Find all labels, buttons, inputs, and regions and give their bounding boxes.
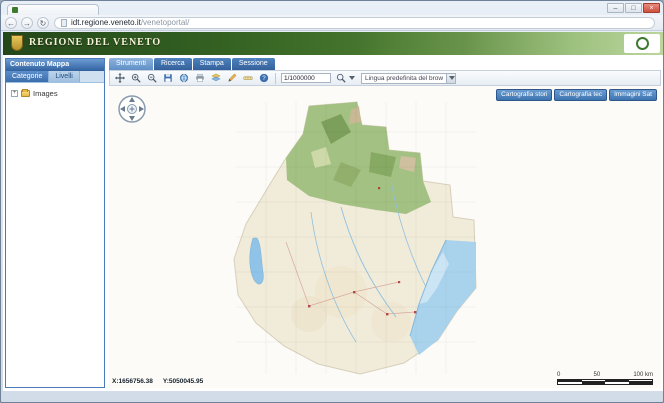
maximize-button[interactable]: □ xyxy=(625,3,642,13)
site-favicon-icon xyxy=(12,7,18,13)
basemap-buttons: Cartografia stori Cartografia tec Immagi… xyxy=(494,89,657,101)
ribbon-tabs: Strumenti Ricerca Stampa Sessione xyxy=(109,58,276,70)
map-scalebar: 0 50 100 km xyxy=(557,372,653,385)
language-dropdown-button[interactable] xyxy=(446,73,456,83)
tree-item-label: Images xyxy=(33,89,58,98)
language-select[interactable]: Lingua predefinita del brow xyxy=(361,72,457,84)
app-body: Contenuto Mappa Categorie Livelli + Imag… xyxy=(3,55,663,391)
draw-icon[interactable] xyxy=(226,72,238,84)
tab-livelli[interactable]: Livelli xyxy=(49,71,80,82)
tab-strumenti[interactable]: Strumenti xyxy=(109,58,153,70)
chevron-down-icon[interactable] xyxy=(349,76,355,80)
panel-title: Contenuto Mappa xyxy=(6,59,104,71)
browser-titlebar: – □ × xyxy=(1,1,663,15)
scalebar-label-50: 50 xyxy=(593,372,601,378)
layer-tree: + Images xyxy=(6,89,104,98)
map-canvas[interactable]: Cartografia stori Cartografia tec Immagi… xyxy=(109,86,661,388)
print-icon[interactable] xyxy=(194,72,206,84)
tab-sessione[interactable]: Sessione xyxy=(231,58,275,70)
browser-tab[interactable] xyxy=(7,4,99,15)
folder-icon xyxy=(21,89,30,97)
search-icon[interactable] xyxy=(335,72,347,84)
browser-window: – □ × ← → ↻ idt.regione.veneto.it /venet… xyxy=(0,0,664,403)
scalebar-label-0: 0 xyxy=(557,372,561,378)
url-path: /venetoportal/ xyxy=(140,18,190,27)
compass-control[interactable] xyxy=(117,94,147,129)
save-icon[interactable] xyxy=(162,72,174,84)
window-controls: – □ × xyxy=(606,3,660,13)
toolbar-separator xyxy=(275,72,276,84)
partner-logo xyxy=(624,34,660,53)
region-crest-icon xyxy=(11,35,23,51)
pan-icon[interactable] xyxy=(114,72,126,84)
basemap-cartografia-storica-button[interactable]: Cartografia stori xyxy=(496,89,553,101)
app-header: REGIONE DEL VENETO xyxy=(3,32,663,55)
coordinate-y: Y:5050045.95 xyxy=(162,378,204,385)
panel-tabs: Categorie Livelli xyxy=(6,71,104,83)
close-button[interactable]: × xyxy=(643,3,660,13)
reload-button[interactable]: ↻ xyxy=(37,16,49,29)
expander-icon[interactable]: + xyxy=(11,90,18,97)
tree-item-images[interactable]: + Images xyxy=(11,89,104,98)
map-toolbar: ? Lingua predefinita del brow xyxy=(109,70,661,86)
svg-text:?: ? xyxy=(262,75,266,82)
globe-refresh-icon[interactable] xyxy=(178,72,190,84)
zoom-in-icon[interactable] xyxy=(130,72,142,84)
basemap-cartografia-tecnica-button[interactable]: Cartografia tec xyxy=(554,89,608,101)
chevron-down-icon xyxy=(449,76,456,80)
page-icon xyxy=(61,18,67,27)
logo-ring-icon xyxy=(635,37,649,50)
basemap-immagini-sat-button[interactable]: Immagini Sat xyxy=(609,89,657,101)
forward-button[interactable]: → xyxy=(21,16,33,29)
tab-categorie[interactable]: Categorie xyxy=(6,71,50,82)
app-title: REGIONE DEL VENETO xyxy=(29,37,162,48)
browser-toolbar: ← → ↻ idt.regione.veneto.it /venetoporta… xyxy=(1,15,663,31)
scalebar-label-100: 100 km xyxy=(633,372,653,378)
layers-icon[interactable] xyxy=(210,72,222,84)
tab-stampa[interactable]: Stampa xyxy=(192,58,231,70)
help-icon[interactable]: ? xyxy=(258,72,270,84)
language-value: Lingua predefinita del brow xyxy=(365,74,444,82)
measure-icon[interactable] xyxy=(242,72,254,84)
coordinate-x: X:1656756.38 xyxy=(112,378,153,385)
scalebar-bar-bottom xyxy=(557,382,653,385)
coordinate-readout: X:1656756.38 Y:5050045.95 xyxy=(112,378,213,385)
scale-input[interactable] xyxy=(281,73,331,83)
map-image[interactable] xyxy=(191,92,491,387)
back-button[interactable]: ← xyxy=(5,16,17,29)
map-contents-panel: Contenuto Mappa Categorie Livelli + Imag… xyxy=(5,58,105,388)
zoom-out-icon[interactable] xyxy=(146,72,158,84)
header-photo xyxy=(359,32,663,55)
tab-ricerca[interactable]: Ricerca xyxy=(153,58,192,70)
url-host: idt.regione.veneto.it xyxy=(71,18,141,27)
address-bar[interactable]: idt.regione.veneto.it /venetoportal/ xyxy=(54,16,655,29)
minimize-button[interactable]: – xyxy=(607,3,624,13)
